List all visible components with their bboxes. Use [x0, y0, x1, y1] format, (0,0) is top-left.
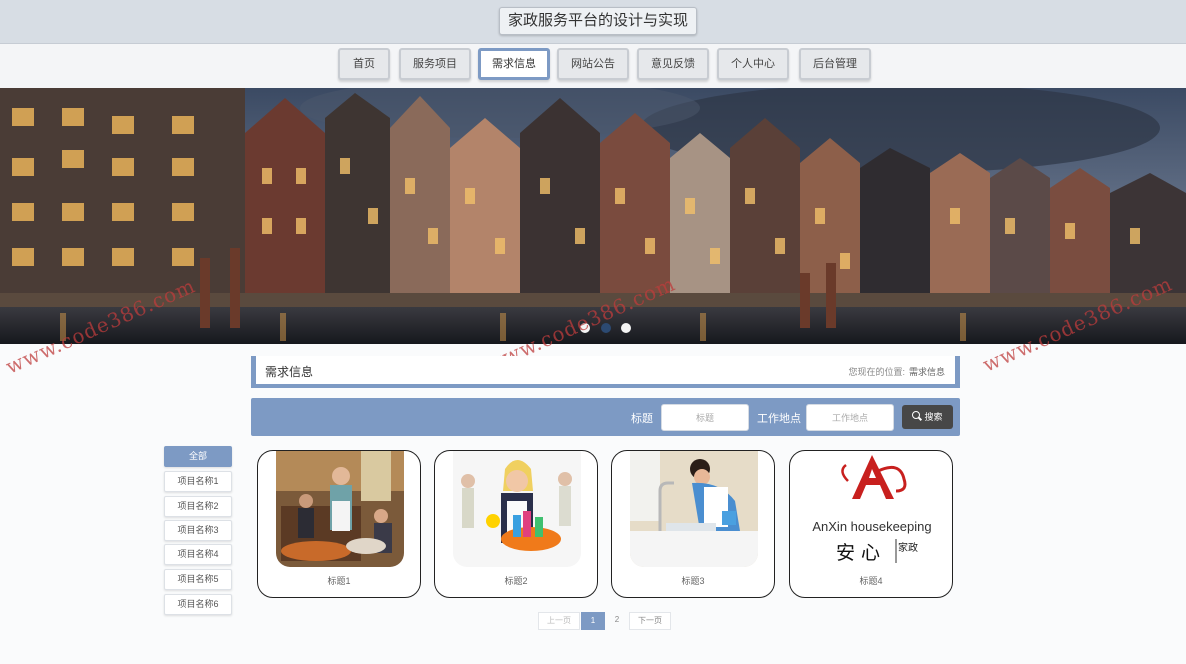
card-title-4[interactable]: 标题4	[790, 574, 952, 587]
banner-carousel[interactable]	[0, 88, 1186, 344]
category-item-2[interactable]: 项目名称2	[164, 496, 232, 517]
logo-text-cn: 安 心	[836, 542, 880, 564]
card-title-2[interactable]: 标题2	[435, 574, 597, 587]
card-image-anxin-logo: AnXin housekeeping 安 心 家政	[808, 451, 936, 567]
pagination-page-2[interactable]: 2	[606, 612, 628, 630]
logo-text-en: AnXin housekeeping	[812, 519, 931, 534]
nav-home[interactable]: 首页	[338, 48, 390, 80]
nav-demands[interactable]: 需求信息	[478, 48, 550, 80]
search-icon	[912, 411, 922, 421]
category-item-6[interactable]: 项目名称6	[164, 594, 232, 615]
category-item-4[interactable]: 项目名称4	[164, 544, 232, 565]
pagination-prev[interactable]: 上一页	[538, 612, 580, 630]
site-title: 家政服务平台的设计与实现	[499, 7, 698, 35]
carousel-dot-1[interactable]	[580, 323, 590, 333]
carousel-dot-2[interactable]	[601, 323, 611, 333]
demand-card-4[interactable]: AnXin housekeeping 安 心 家政 标题4	[789, 450, 953, 598]
card-image-waitress	[276, 451, 404, 567]
title-filter-label: 标题	[631, 413, 653, 425]
header-bar: 家政服务平台的设计与实现	[0, 0, 1186, 44]
search-bar: 标题 工作地点 搜索	[251, 398, 960, 436]
banner-image	[0, 88, 1186, 344]
card-image-sink	[630, 451, 758, 567]
location-filter-label: 工作地点	[757, 413, 801, 425]
section-header: 需求信息 您现在的位置: 需求信息	[251, 356, 960, 388]
section-title: 需求信息	[265, 365, 314, 379]
nav-admin[interactable]: 后台管理	[799, 48, 871, 80]
nav-announcements[interactable]: 网站公告	[557, 48, 629, 80]
demand-card-1[interactable]: 标题1	[257, 450, 421, 598]
nav-profile[interactable]: 个人中心	[717, 48, 789, 80]
breadcrumb: 您现在的位置: 需求信息	[848, 365, 945, 378]
title-filter-input[interactable]	[661, 404, 749, 431]
search-button[interactable]: 搜索	[902, 405, 953, 429]
card-title-1[interactable]: 标题1	[258, 574, 420, 587]
location-filter-input[interactable]	[806, 404, 894, 431]
breadcrumb-label: 您现在的位置:	[848, 367, 905, 377]
pagination-page-1[interactable]: 1	[581, 612, 605, 630]
category-all[interactable]: 全部	[164, 446, 232, 467]
pagination-next[interactable]: 下一页	[629, 612, 671, 630]
category-item-1[interactable]: 项目名称1	[164, 471, 232, 492]
nav-services[interactable]: 服务项目	[399, 48, 471, 80]
demand-card-3[interactable]: 标题3	[611, 450, 775, 598]
card-image-cleaner	[453, 451, 581, 567]
category-item-5[interactable]: 项目名称5	[164, 569, 232, 590]
carousel-dot-3[interactable]	[621, 323, 631, 333]
nav-feedback[interactable]: 意见反馈	[637, 48, 709, 80]
search-button-label: 搜索	[924, 412, 943, 422]
main-nav: 首页 服务项目 需求信息 网站公告 意见反馈 个人中心 后台管理	[0, 44, 1186, 88]
card-title-3[interactable]: 标题3	[612, 574, 774, 587]
demand-card-2[interactable]: 标题2	[434, 450, 598, 598]
logo-side-text: 家政	[898, 541, 918, 554]
category-item-3[interactable]: 项目名称3	[164, 520, 232, 541]
breadcrumb-current[interactable]: 需求信息	[909, 367, 945, 377]
